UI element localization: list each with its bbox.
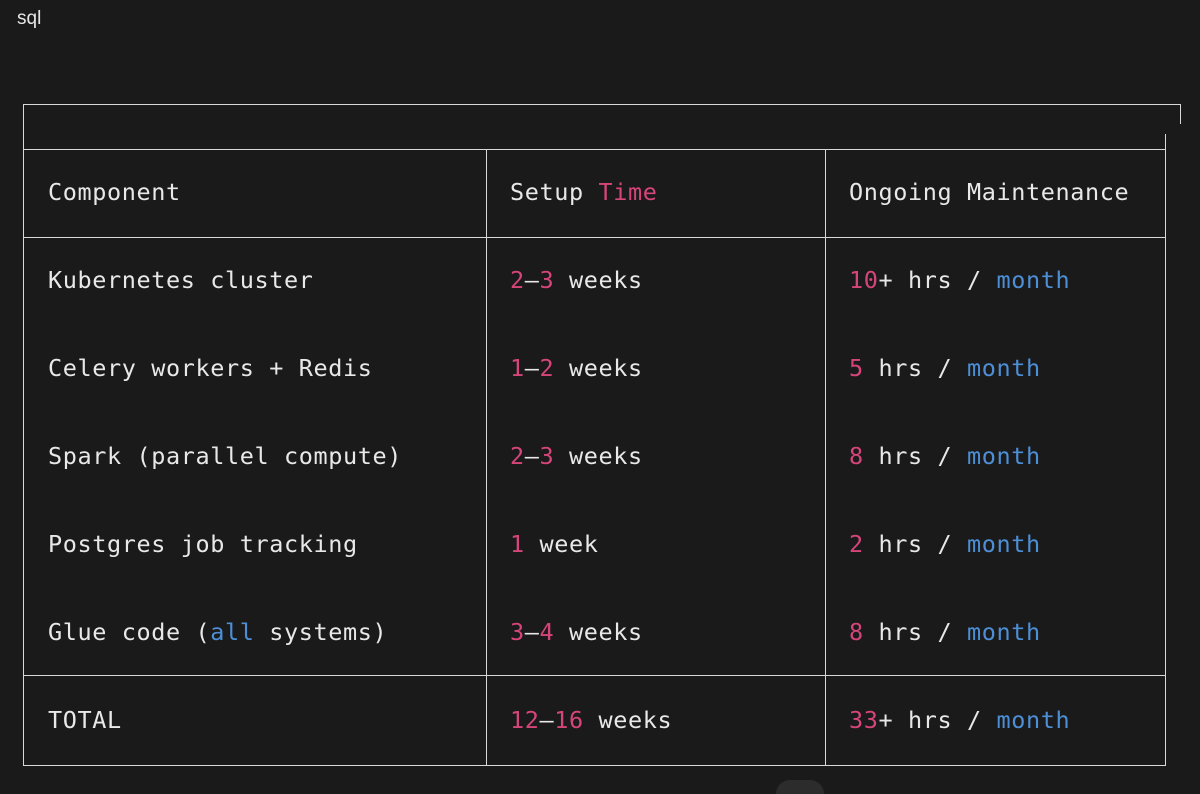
total-maintenance: 33+ hrs / month bbox=[849, 706, 1071, 734]
table-row-component: Celery workers + Redis bbox=[48, 354, 373, 382]
table-top-border bbox=[23, 104, 1181, 105]
header-divider bbox=[23, 237, 1165, 238]
column-separator-2 bbox=[825, 149, 826, 765]
table-right-border bbox=[1165, 134, 1166, 766]
table-right-border-top bbox=[1180, 104, 1181, 124]
table-row-maintenance: 5 hrs / month bbox=[849, 354, 1041, 382]
table-bottom-border bbox=[23, 765, 1165, 766]
table-row-setup: 1—2 weeks bbox=[510, 354, 643, 382]
table-row-maintenance: 2 hrs / month bbox=[849, 530, 1041, 558]
scroll-indicator[interactable] bbox=[776, 780, 824, 794]
header-setup-time: Setup Time bbox=[510, 178, 658, 206]
table-title-divider bbox=[23, 149, 1165, 150]
header-component: Component bbox=[48, 178, 181, 206]
table-left-border bbox=[23, 104, 24, 766]
total-label: TOTAL bbox=[48, 706, 122, 734]
table-row-component: Spark (parallel compute) bbox=[48, 442, 402, 470]
table-row-component: Postgres job tracking bbox=[48, 530, 358, 558]
table-row-maintenance: 8 hrs / month bbox=[849, 442, 1041, 470]
header-ongoing-maintenance: Ongoing Maintenance bbox=[849, 178, 1130, 206]
table-row-setup: 2—3 weeks bbox=[510, 266, 643, 294]
table-row-maintenance: 10+ hrs / month bbox=[849, 266, 1071, 294]
table-row-setup: 3—4 weeks bbox=[510, 618, 643, 646]
table-row-setup: 1 week bbox=[510, 530, 599, 558]
table-row-setup: 2—3 weeks bbox=[510, 442, 643, 470]
table-row-component: Glue code (all systems) bbox=[48, 618, 388, 646]
column-separator-1 bbox=[486, 149, 487, 765]
total-divider bbox=[23, 675, 1165, 676]
table-row-component: Kubernetes cluster bbox=[48, 266, 314, 294]
table-row-maintenance: 8 hrs / month bbox=[849, 618, 1041, 646]
total-setup: 12—16 weeks bbox=[510, 706, 673, 734]
code-language-label: sql bbox=[17, 8, 42, 29]
